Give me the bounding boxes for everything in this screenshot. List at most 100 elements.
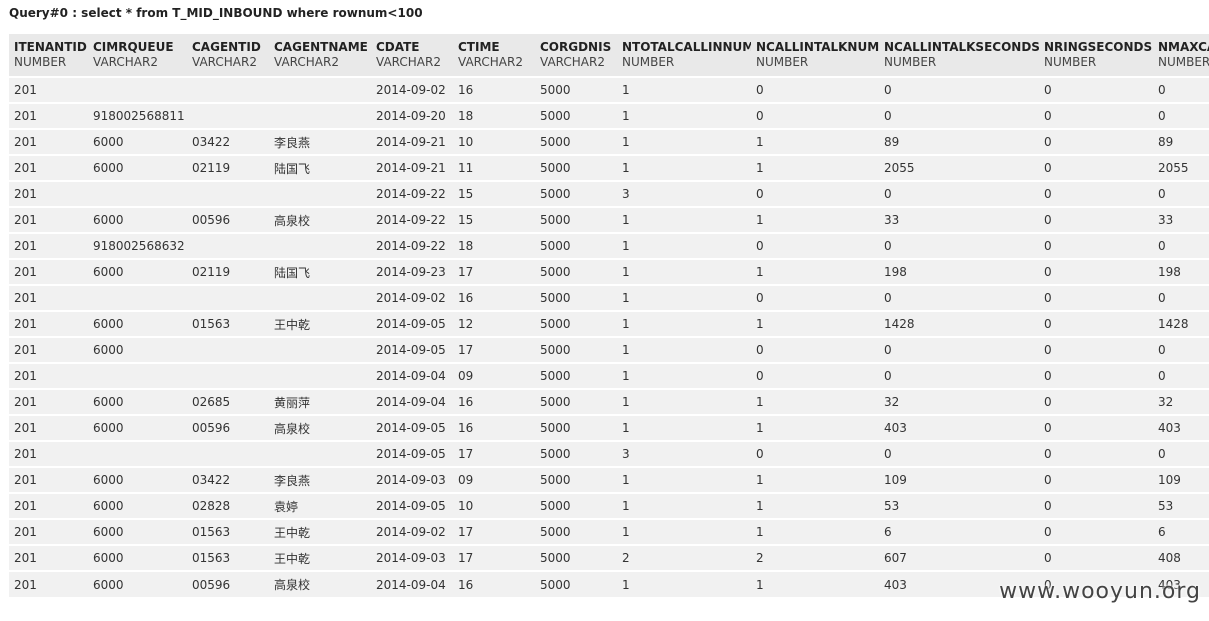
cell-ntotalcallinnum: 1 [622,109,630,123]
cell-ncallintalkseconds: 0 [884,239,892,253]
cell-ncallintalknum: 1 [756,395,764,409]
cell-nmaxca: 2055 [1158,161,1189,175]
column-header-ncallintalknum[interactable]: NCALLINTALKNUM NUMBER [751,34,879,77]
table-row[interactable]: 201 6000 03422 李良燕 2014-09-21 10 5000 1 1 89 0 89 [9,129,1209,155]
table-row[interactable]: 201 6000 00596 高泉校 2014-09-05 16 5000 1 1 403 0 403 [9,415,1209,441]
cell-nmaxca: 53 [1158,499,1174,513]
cell-cdate: 2014-09-05 [376,343,446,357]
cell-cimrqueue: 6000 [93,265,124,279]
column-header-nmaxca[interactable]: NMAXCANUMBER [1153,34,1209,77]
table-row[interactable]: 201 6000 02828 袁婷 2014-09-05 10 5000 1 1 53 0 53 [9,493,1209,519]
cell-cimrqueue: 6000 [93,343,124,357]
cell-ncallintalkseconds: 1428 [884,317,915,331]
cell-nringseconds: 0 [1044,291,1052,305]
column-header-ctime[interactable]: CTIME VARCHAR2 [453,34,535,77]
table-row[interactable]: 201 6000 02685 黄丽萍 2014-09-04 16 5000 1 1 32 0 32 [9,389,1209,415]
cell-nringseconds: 0 [1044,499,1052,513]
cell-cagentid: 02119 [192,161,231,175]
cell-cagentname: 黄丽萍 [274,395,311,410]
cell-corgdnis: 5000 [540,187,571,201]
cell-ncallintalknum: 2 [756,551,764,565]
table-row[interactable]: 201 6000 03422 李良燕 2014-09-03 09 5000 1 1 109 0 109 [9,467,1209,493]
column-header-cagentname[interactable]: CAGENTNAME VARCHAR2 [269,34,371,77]
cell-nringseconds: 0 [1044,525,1052,539]
table-row[interactable]: 201 6000 02119 陆国飞 2014-09-23 17 5000 1 1 198 0 198 [9,259,1209,285]
cell-ctime: 17 [458,447,474,461]
column-header-itenantid[interactable]: ITENANTID NUMBER [9,34,88,77]
cell-nmaxca: 0 [1158,187,1166,201]
cell-ntotalcallinnum: 1 [622,161,630,175]
cell-ntotalcallinnum: 1 [622,239,630,253]
table-row[interactable]: 201 2014-09-04 09 5000 1 0 0 0 0 [9,363,1209,389]
cell-ctime: 18 [458,109,474,123]
column-header-cimrqueue[interactable]: CIMRQUEUE VARCHAR2 [88,34,187,77]
table-row[interactable]: 201 2014-09-02 16 5000 1 0 0 0 0 [9,285,1209,311]
column-name: CAGENTID [192,40,261,54]
column-header-cagentid[interactable]: CAGENTID VARCHAR2 [187,34,269,77]
table-row[interactable]: 201 2014-09-05 17 5000 3 0 0 0 0 [9,441,1209,467]
cell-nringseconds: 0 [1044,317,1052,331]
cell-cdate: 2014-09-22 [376,213,446,227]
cell-nmaxca: 0 [1158,291,1166,305]
cell-cagentname: 李良燕 [274,473,311,488]
column-header-cdate[interactable]: CDATE VARCHAR2 [371,34,453,77]
cell-ncallintalknum: 0 [756,369,764,383]
cell-cdate: 2014-09-05 [376,447,446,461]
cell-cagentname: 高泉校 [274,421,311,436]
cell-ntotalcallinnum: 1 [622,369,630,383]
cell-itenantid: 201 [14,421,37,435]
column-name: ITENANTID [14,40,87,54]
cell-ctime: 17 [458,343,474,357]
table-row[interactable]: 201 6000 01563 王中乾 2014-09-03 17 5000 2 2 607 0 408 [9,545,1209,571]
cell-ncallintalkseconds: 109 [884,473,907,487]
cell-nmaxca: 198 [1158,265,1181,279]
cell-cagentname: 李良燕 [274,135,311,150]
cell-ctime: 10 [458,499,474,513]
cell-itenantid: 201 [14,343,37,357]
cell-ctime: 16 [458,291,474,305]
cell-cagentid [187,285,269,311]
cell-ncallintalknum: 1 [756,473,764,487]
cell-ncallintalkseconds: 33 [884,213,900,227]
cell-ntotalcallinnum: 1 [622,525,630,539]
table-row[interactable]: 201 918002568811 2014-09-20 18 5000 1 0 0 0 0 [9,103,1209,129]
cell-ncallintalknum: 0 [756,187,764,201]
column-header-ntotalcallinnum[interactable]: NTOTALCALLINNUM NUMBER [617,34,751,77]
table-row[interactable]: 201 2014-09-22 15 5000 3 0 0 0 0 [9,181,1209,207]
cell-cimrqueue: 6000 [93,213,124,227]
cell-corgdnis: 5000 [540,577,571,592]
cell-ncallintalknum: 1 [756,499,764,513]
cell-nringseconds: 0 [1044,161,1052,175]
column-header-nringseconds[interactable]: NRINGSECONDS NUMBER [1039,34,1153,77]
table-row[interactable]: 201 6000 01563 王中乾 2014-09-02 17 5000 1 1 6 0 6 [9,519,1209,545]
table-row[interactable]: 201 918002568632 2014-09-22 18 5000 1 0 0 0 0 [9,233,1209,259]
cell-ncallintalkseconds: 198 [884,265,907,279]
column-header-ncallintalkseconds[interactable]: NCALLINTALKSECONDS NUMBER [879,34,1039,77]
cell-ctime: 17 [458,265,474,279]
result-grid-viewport[interactable]: ITENANTID NUMBER CIMRQUEUE VARCHAR2 CAGENTID… [9,34,1209,621]
cell-cagentname [269,77,371,103]
cell-nringseconds: 0 [1044,109,1052,123]
cell-nmaxca: 0 [1158,369,1166,383]
cell-nringseconds: 0 [1044,551,1052,565]
cell-cagentid [187,337,269,363]
table-row[interactable]: 201 6000 02119 陆国飞 2014-09-21 11 5000 1 1 2055 0 20… [9,155,1209,181]
cell-cagentid: 02685 [192,395,231,409]
cell-cagentname: 袁婷 [274,499,299,514]
cell-cdate: 2014-09-05 [376,317,446,331]
table-row[interactable]: 201 6000 01563 王中乾 2014-09-05 12 5000 1 1 1428 0 14… [9,311,1209,337]
column-header-corgdnis[interactable]: CORGDNIS VARCHAR2 [535,34,617,77]
cell-cdate: 2014-09-04 [376,577,446,592]
table-row[interactable]: 201 6000 00596 高泉校 2014-09-22 15 5000 1 1 33 0 33 [9,207,1209,233]
cell-ncallintalkseconds: 0 [884,447,892,461]
cell-ncallintalknum: 0 [756,239,764,253]
column-name: CIMRQUEUE [93,40,174,54]
cell-cdate: 2014-09-05 [376,421,446,435]
cell-itenantid: 201 [14,395,37,409]
table-row[interactable]: 201 2014-09-02 16 5000 1 0 0 0 0 [9,77,1209,103]
cell-itenantid: 201 [14,551,37,565]
cell-ctime: 16 [458,577,474,592]
cell-cagentid: 01563 [192,551,231,565]
table-row[interactable]: 201 6000 2014-09-05 17 5000 1 0 0 0 0 [9,337,1209,363]
cell-ntotalcallinnum: 3 [622,447,630,461]
